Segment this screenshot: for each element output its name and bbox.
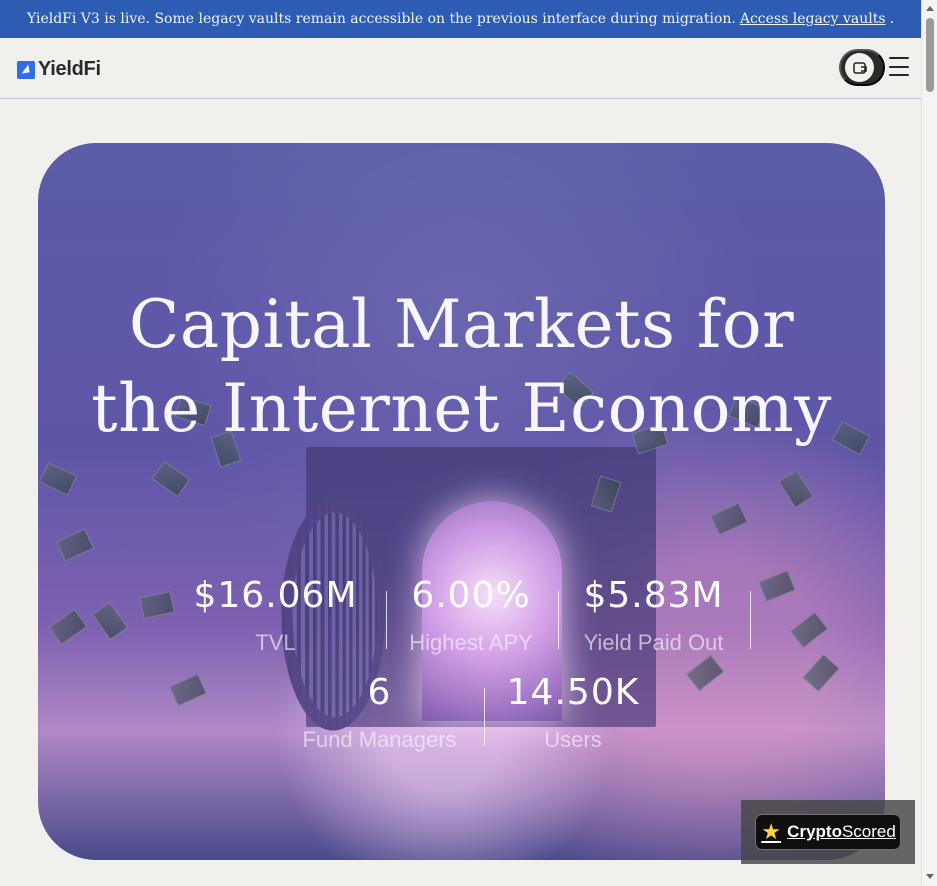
stat-divider: [484, 688, 485, 746]
stat-tvl: $16.06M TVL: [188, 577, 363, 655]
cryptoscored-badge-container: ★ CryptoScored: [741, 800, 915, 864]
hero-section: Capital Markets for the Internet Economy…: [38, 143, 885, 860]
badge-brand: CryptoScored: [787, 822, 896, 841]
yieldfi-landing-page: YieldFi V3 is live. Some legacy vaults r…: [0, 0, 937, 886]
stat-value: $5.83M: [583, 575, 724, 616]
stat-highest-apy: 6.00% Highest APY: [394, 577, 548, 655]
scrollbar-thumb[interactable]: [926, 18, 934, 92]
stat-yield-paid-out: $5.83M Yield Paid Out: [571, 577, 736, 655]
stat-value: $16.06M: [193, 575, 358, 616]
wallet-svg-icon: [852, 61, 867, 74]
floating-money-bill: [709, 502, 749, 536]
hero-title-line-1: Capital Markets for: [128, 286, 795, 364]
stat-label: Highest APY: [409, 630, 533, 655]
stat-value: 6: [367, 672, 392, 713]
wallet-toggle-button[interactable]: [839, 49, 885, 86]
menu-line-middle: [889, 65, 909, 68]
stat-value: 14.50K: [506, 672, 640, 713]
floating-money-bill: [778, 469, 814, 509]
scroll-down-arrow-icon[interactable]: [926, 874, 934, 879]
scroll-up-arrow-icon[interactable]: [926, 6, 934, 11]
yieldfi-logo-icon: [17, 60, 35, 79]
top-navigation: YieldFi: [0, 38, 921, 99]
stat-label: Yield Paid Out: [583, 630, 724, 655]
floating-money-bill: [802, 653, 840, 693]
stat-label: TVL: [255, 630, 296, 655]
stat-divider: [558, 591, 559, 649]
stat-divider: [750, 591, 751, 649]
stat-fund-managers: 6 Fund Managers: [292, 674, 467, 752]
floating-money-bill: [139, 590, 175, 620]
banner-period: .: [889, 11, 895, 27]
floating-money-bill: [91, 601, 129, 641]
migration-banner: YieldFi V3 is live. Some legacy vaults r…: [0, 0, 921, 38]
floating-money-bill: [685, 654, 725, 692]
hero-title: Capital Markets for the Internet Economy: [38, 283, 885, 451]
menu-line-top: [889, 57, 909, 59]
stat-label: Fund Managers: [302, 727, 457, 752]
floating-money-bill: [38, 462, 78, 496]
stat-divider: [386, 591, 387, 649]
stat-label: Users: [544, 727, 602, 752]
yieldfi-logo[interactable]: YieldFi: [17, 58, 101, 81]
access-legacy-vaults-link[interactable]: Access legacy vaults: [740, 11, 886, 27]
page-scrollbar[interactable]: [921, 0, 937, 886]
floating-money-bill: [48, 608, 88, 646]
floating-money-bill: [789, 611, 829, 649]
hero-title-line-2: the Internet Economy: [91, 370, 832, 448]
floating-money-bill: [55, 528, 95, 562]
brand-name: YieldFi: [38, 58, 101, 80]
menu-icon[interactable]: [889, 57, 909, 76]
floating-money-bill: [151, 460, 191, 498]
floating-money-bill: [758, 569, 796, 603]
banner-message: YieldFi V3 is live. Some legacy vaults r…: [26, 11, 736, 27]
wallet-icon: [845, 53, 874, 82]
star-icon: ★: [761, 819, 782, 844]
menu-line-bottom: [889, 74, 909, 76]
cryptoscored-badge[interactable]: ★ CryptoScored: [755, 814, 901, 850]
stat-value: 6.00%: [411, 575, 531, 616]
stat-users: 14.50K Users: [498, 674, 648, 752]
floating-money-bill: [168, 673, 208, 707]
